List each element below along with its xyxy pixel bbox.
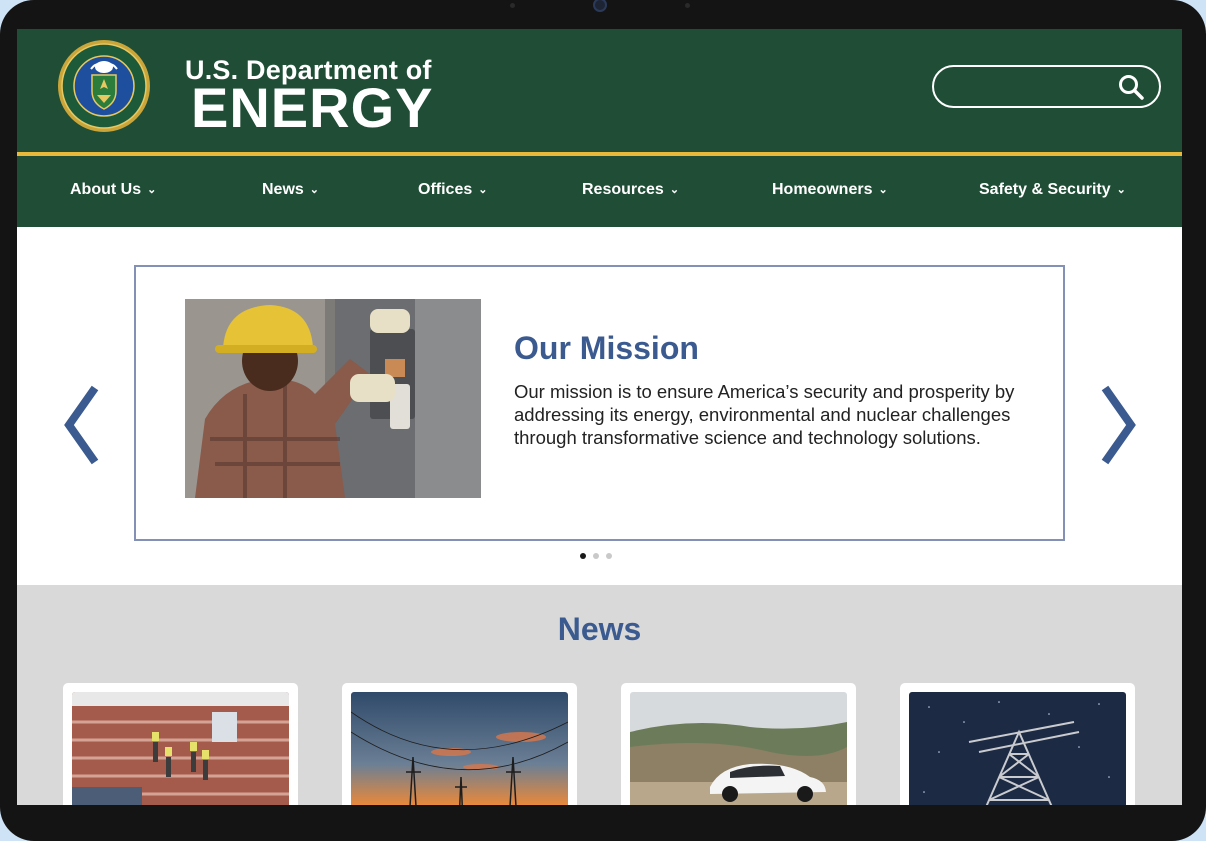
chevron-down-icon: ⌄ bbox=[309, 184, 320, 196]
chevron-right-icon[interactable] bbox=[1095, 384, 1139, 466]
nav-item-label: Homeowners bbox=[772, 181, 873, 198]
news-card[interactable] bbox=[63, 683, 298, 805]
nav-item-label: Offices bbox=[418, 181, 473, 198]
chevron-down-icon: ⌄ bbox=[878, 184, 888, 196]
electric-car-photo bbox=[630, 692, 847, 805]
screen: U.S. Department of ENERGY About Us ⌄ News… bbox=[17, 29, 1182, 805]
nav-item-label: About Us bbox=[70, 181, 142, 198]
nav-item-about-us[interactable]: About Us ⌄ bbox=[70, 181, 156, 199]
sensor-dot bbox=[510, 3, 515, 8]
news-card[interactable] bbox=[342, 683, 577, 805]
transmission-tower-night-photo bbox=[909, 692, 1126, 805]
news-heading: News bbox=[557, 611, 642, 647]
rooftop-solar-workers-photo bbox=[72, 692, 289, 805]
electrician-photo bbox=[185, 299, 481, 498]
nav-item-label: Resources bbox=[582, 181, 664, 198]
nav-item-label: News bbox=[262, 181, 304, 198]
nav-item-resources[interactable]: Resources ⌄ bbox=[582, 181, 679, 199]
chevron-down-icon: ⌄ bbox=[147, 184, 157, 196]
nav-item-homeowners[interactable]: Homeowners ⌄ bbox=[772, 181, 888, 199]
nav-item-safety-security[interactable]: Safety & Security ⌄ bbox=[979, 181, 1126, 199]
camera-icon bbox=[593, 0, 607, 12]
search-input[interactable] bbox=[948, 75, 1108, 99]
nav-item-label: Safety & Security bbox=[979, 181, 1111, 198]
mission-card: Our Mission Our mission is to ensure Ame… bbox=[134, 265, 1065, 541]
carousel-dot[interactable] bbox=[593, 553, 599, 559]
power-lines-sunset-photo bbox=[351, 692, 568, 805]
chevron-down-icon: ⌄ bbox=[478, 184, 488, 196]
news-card[interactable] bbox=[621, 683, 856, 805]
chevron-down-icon: ⌄ bbox=[1116, 184, 1126, 196]
chevron-down-icon: ⌄ bbox=[669, 184, 680, 196]
news-card[interactable] bbox=[900, 683, 1135, 805]
tablet-frame: U.S. Department of ENERGY About Us ⌄ News… bbox=[0, 0, 1206, 841]
chevron-left-icon[interactable] bbox=[61, 384, 105, 466]
search-box bbox=[932, 65, 1161, 108]
carousel-dot[interactable] bbox=[606, 553, 612, 559]
carousel-dot-active[interactable] bbox=[580, 553, 586, 559]
search-icon[interactable] bbox=[1117, 73, 1145, 101]
mission-title: Our Mission bbox=[514, 330, 699, 366]
news-section: News bbox=[17, 585, 1182, 805]
sensor-dot bbox=[685, 3, 690, 8]
mission-text: Our mission is to ensure America’s secur… bbox=[514, 381, 1015, 448]
doe-seal-icon[interactable] bbox=[57, 39, 151, 133]
main-nav: About Us ⌄ News ⌄ Offices ⌄ Resources ⌄ Home… bbox=[17, 156, 1182, 227]
nav-item-offices[interactable]: Offices ⌄ bbox=[418, 181, 487, 199]
site-header: U.S. Department of ENERGY bbox=[17, 29, 1182, 152]
brand-name-large: ENERGY bbox=[191, 76, 434, 139]
nav-item-news[interactable]: News ⌄ bbox=[262, 181, 319, 199]
